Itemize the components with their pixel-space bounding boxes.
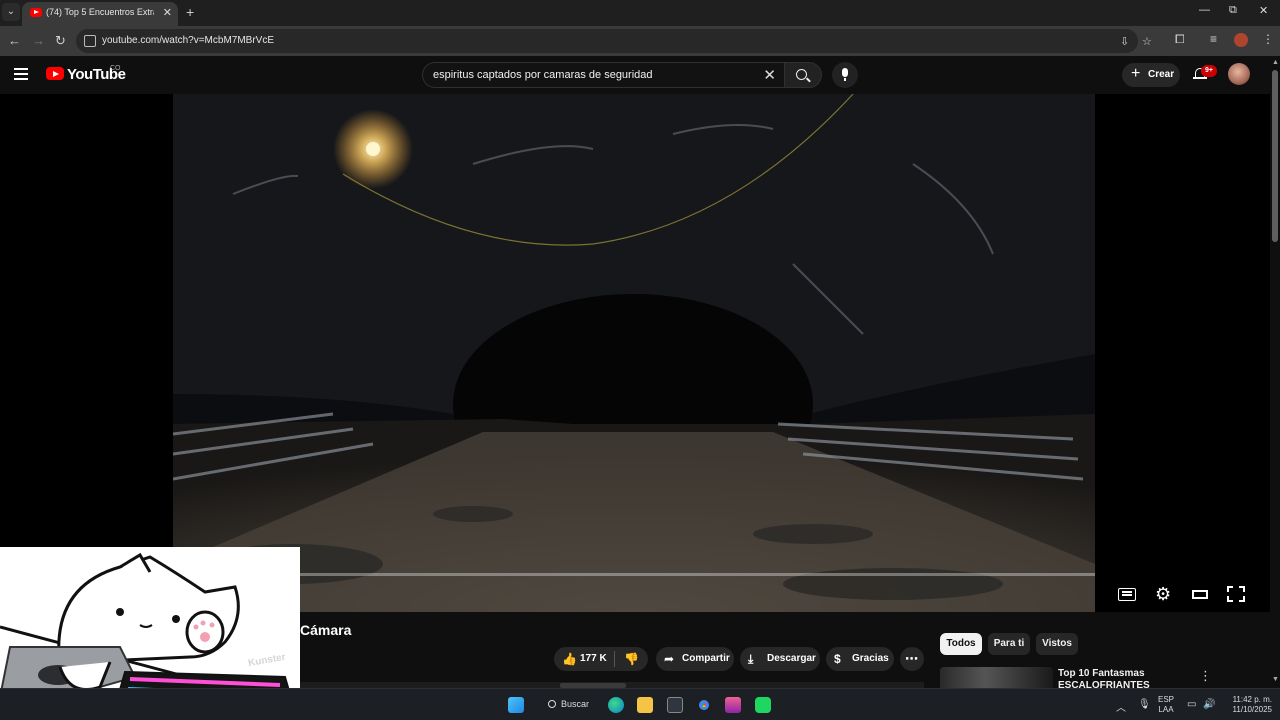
like-count[interactable]: 177 K: [580, 653, 607, 664]
bookmark-star-icon[interactable]: ☆: [1142, 35, 1152, 48]
address-bar[interactable]: youtube.com/watch?v=McbM7MBrVcE ⇩ ☆: [76, 29, 1152, 53]
subtitles-icon[interactable]: [1118, 585, 1136, 603]
extensions-puzzle-icon[interactable]: ⧠: [1175, 32, 1185, 47]
profile-avatar-icon[interactable]: [1234, 33, 1248, 47]
clear-search-icon[interactable]: ✕: [763, 66, 776, 84]
url-text: youtube.com/watch?v=McbM7MBrVcE: [102, 35, 275, 46]
store-icon[interactable]: [667, 697, 683, 713]
language-top: ESP: [1158, 695, 1175, 704]
chip-vistos[interactable]: Vistos: [1036, 633, 1078, 655]
clock[interactable]: 11:42 p. m. 11/10/2025: [1222, 695, 1272, 715]
new-tab-plus-icon[interactable]: +: [186, 4, 194, 20]
minimize-icon[interactable]: —: [1199, 4, 1210, 16]
create-label: Crear: [1148, 69, 1175, 80]
hamburger-menu-icon[interactable]: [14, 68, 28, 80]
tray-overflow-chevron-icon[interactable]: ︿: [1116, 699, 1126, 714]
thanks-label: Gracias: [852, 653, 889, 664]
share-label: Compartir: [682, 653, 730, 664]
page-scrollbar[interactable]: ▲ ▼: [1270, 56, 1280, 688]
voice-search-button[interactable]: [832, 62, 858, 88]
thumbs-down-icon[interactable]: 👎: [624, 652, 639, 666]
like-divider: [614, 651, 615, 667]
like-dislike-group: 👍 177 K 👎: [554, 647, 648, 671]
restore-icon[interactable]: ⧉: [1229, 4, 1237, 17]
settings-gear-icon[interactable]: ⚙: [1155, 585, 1173, 603]
window-close-icon[interactable]: ✕: [1259, 4, 1268, 17]
microphone-icon: [842, 68, 848, 81]
youtube-header: YouTube CO espiritus captados por camara…: [0, 56, 1280, 94]
chrome-icon[interactable]: [696, 697, 712, 713]
windows-taskbar: Buscar ︿ ESP LAA 🎙 ▭ 🔊 11:42 p. m. 11/10…: [0, 688, 1280, 720]
plus-icon: +: [1131, 65, 1141, 82]
tab-close-icon[interactable]: ✕: [163, 6, 172, 19]
reload-icon[interactable]: ↻: [55, 33, 66, 49]
scroll-up-arrow-icon[interactable]: ▲: [1272, 59, 1279, 66]
language-bottom: LAA: [1158, 705, 1174, 714]
taskbar-search[interactable]: Buscar: [540, 695, 598, 715]
scroll-down-arrow-icon[interactable]: ▼: [1272, 676, 1279, 683]
tab-title: (74) Top 5 Encuentros Extraños: [46, 7, 154, 17]
youtube-logo-icon[interactable]: [46, 67, 64, 80]
country-code: CO: [110, 65, 121, 72]
theater-mode-icon[interactable]: [1191, 585, 1209, 603]
browser-tab-active[interactable]: (74) Top 5 Encuentros Extraños ✕: [22, 2, 178, 26]
account-avatar[interactable]: [1228, 63, 1250, 85]
app-green-icon[interactable]: [755, 697, 771, 713]
back-arrow-icon[interactable]: ←: [8, 33, 21, 48]
more-actions-button[interactable]: ⋯: [900, 647, 924, 671]
volume-icon[interactable]: 🔊: [1203, 699, 1215, 710]
thanks-icon: $: [834, 652, 841, 666]
fullscreen-icon[interactable]: [1227, 585, 1245, 603]
media-controls-icon[interactable]: ≡: [1210, 32, 1217, 46]
video-player[interactable]: [173, 94, 1095, 612]
download-icon: ⤓: [748, 652, 754, 666]
chip-todos[interactable]: Todos: [940, 633, 982, 655]
thanks-button[interactable]: $ Gracias: [826, 647, 894, 671]
youtube-favicon-icon: [30, 8, 42, 17]
microphone-tray-icon[interactable]: 🎙: [1138, 699, 1151, 710]
share-button[interactable]: ➦ Compartir: [656, 647, 734, 671]
download-label: Descargar: [767, 653, 816, 664]
browser-menu-icon[interactable]: ⋮: [1262, 32, 1274, 46]
download-button[interactable]: ⤓ Descargar: [740, 647, 820, 671]
clock-time: 11:42 p. m.: [1232, 695, 1272, 704]
video-progress-bar[interactable]: [300, 573, 1095, 576]
search-input[interactable]: espiritus captados por camaras de seguri…: [422, 62, 784, 88]
search-icon: [796, 69, 807, 80]
search-query-text: espiritus captados por camaras de seguri…: [433, 69, 653, 81]
browser-tab-strip: ⌄ (74) Top 5 Encuentros Extraños ✕ + — ⧉…: [0, 0, 1280, 26]
edge-browser-icon[interactable]: [608, 697, 624, 713]
video-frame-tunnel: [173, 94, 1095, 612]
tab-search-chevron-icon[interactable]: ⌄: [2, 3, 20, 21]
file-explorer-icon[interactable]: [637, 697, 653, 713]
share-arrow-icon: ➦: [664, 652, 675, 666]
chip-para-ti[interactable]: Para ti: [988, 633, 1030, 655]
browser-toolbar: ← → ↻ youtube.com/watch?v=McbM7MBrVcE ⇩ …: [0, 26, 1280, 56]
input-language[interactable]: ESP LAA: [1158, 695, 1174, 715]
more-dots-icon: ⋯: [905, 651, 918, 666]
recommendation-menu-icon[interactable]: ⋮: [1199, 668, 1212, 684]
forward-arrow-icon[interactable]: →: [32, 33, 45, 48]
start-windows-icon[interactable]: [508, 697, 524, 713]
search-button[interactable]: [784, 62, 822, 88]
scrollbar-thumb[interactable]: [1272, 70, 1278, 242]
install-app-icon[interactable]: ⇩: [1120, 35, 1129, 48]
thumbs-up-icon[interactable]: 👍: [562, 652, 577, 666]
recommendation-title[interactable]: Top 10 Fantasmas ESCALOFRIANTES Captados…: [1058, 668, 1194, 688]
clock-date: 11/10/2025: [1232, 705, 1272, 714]
site-info-icon[interactable]: [84, 35, 96, 47]
network-icon[interactable]: ▭: [1187, 699, 1196, 710]
recommendation-thumbnail[interactable]: [940, 667, 1053, 688]
video-title: Cámara: [300, 622, 352, 638]
taskbar-search-icon: [548, 700, 556, 708]
taskbar-search-label: Buscar: [561, 699, 590, 709]
create-button[interactable]: + Crear: [1122, 63, 1180, 87]
app-icon[interactable]: [725, 697, 741, 713]
notifications-badge: 9+: [1201, 65, 1217, 77]
